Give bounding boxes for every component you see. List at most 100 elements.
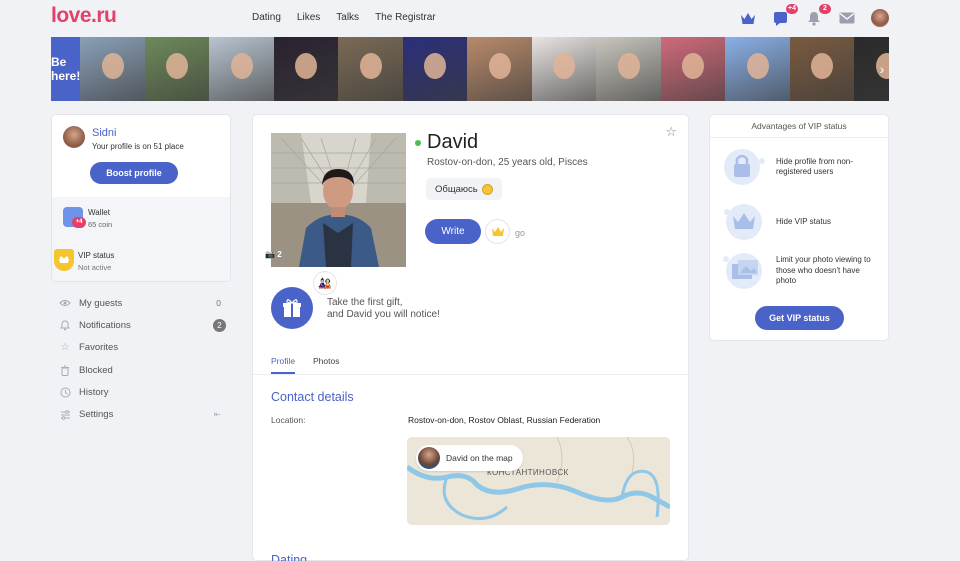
- smile-icon: [481, 183, 493, 195]
- map-pill-label: David on the map: [446, 453, 513, 463]
- map-user-pill[interactable]: David on the map: [416, 445, 523, 471]
- profile-rank-text: Your profile is on 51 place: [92, 142, 184, 151]
- menu-label: Blocked: [79, 364, 113, 376]
- map-user-avatar: [418, 447, 440, 469]
- user-subtitle: Rostov-on-don, 25 years old, Pisces: [427, 157, 588, 168]
- strip-photo[interactable]: [273, 37, 339, 101]
- strip-photo[interactable]: [80, 37, 145, 101]
- strip-photos: [80, 37, 889, 101]
- nav-dating[interactable]: Dating: [252, 12, 281, 23]
- strip-photo[interactable]: [531, 37, 597, 101]
- strip-photo[interactable]: [596, 37, 661, 101]
- strip-photo[interactable]: [467, 37, 532, 101]
- strip-photo[interactable]: [660, 37, 726, 101]
- gift-text-line-1: Take the first gift,: [327, 297, 403, 308]
- photos-icon: [722, 251, 766, 291]
- menu-label: History: [79, 386, 109, 398]
- bell-icon[interactable]: 2: [804, 4, 831, 27]
- strip-photo[interactable]: [144, 37, 210, 101]
- vip-item-limit-photo: Limit your photo viewing to those who do…: [722, 251, 882, 291]
- user-avatar[interactable]: [870, 9, 890, 27]
- vip-advantages-card: Advantages of VIP status Hide profile fr…: [709, 114, 889, 341]
- get-vip-button[interactable]: Get VIP status: [755, 306, 844, 330]
- bell-icon: [59, 319, 71, 331]
- crown-icon[interactable]: [738, 9, 758, 27]
- notifications-badge: 2: [819, 4, 831, 14]
- gift-text-line-2: and David you will notice!: [327, 309, 440, 320]
- be-here-button[interactable]: Be here!: [51, 37, 81, 101]
- menu-item-blocked[interactable]: Blocked: [51, 359, 231, 381]
- vip-item-hide-status: Hide VIP status: [722, 202, 882, 242]
- dating-section-title: Dating: [271, 553, 308, 561]
- logout-icon[interactable]: ⇤: [214, 409, 221, 420]
- menu-item-notifications[interactable]: Notifications 2: [51, 314, 231, 336]
- vip-item-hide-profile: Hide profile from non-registered users: [722, 147, 882, 187]
- main-nav: Dating Likes Talks The Registrar: [252, 12, 452, 23]
- gift-icon[interactable]: [271, 287, 313, 329]
- strip-photo[interactable]: [789, 37, 855, 101]
- guests-count: 0: [216, 298, 221, 309]
- write-button[interactable]: Write: [425, 219, 481, 244]
- profile-photo[interactable]: [271, 133, 406, 267]
- menu-label: My guests: [79, 297, 123, 309]
- boost-profile-button[interactable]: Boost profile: [90, 162, 178, 184]
- messages-icon[interactable]: +4: [771, 4, 798, 27]
- star-icon: ☆: [60, 342, 70, 354]
- camera-icon: 📷: [265, 250, 275, 259]
- nav-registrar[interactable]: The Registrar: [375, 12, 436, 23]
- menu-item-my-guests[interactable]: My guests 0: [51, 292, 231, 314]
- strip-photo[interactable]: [209, 37, 274, 101]
- my-name[interactable]: Sidni: [92, 127, 116, 139]
- online-indicator: [415, 140, 421, 146]
- favorite-star-icon[interactable]: ☆: [665, 124, 677, 140]
- location-map[interactable]: КОНСТАНТИНОВСК David on the map: [407, 437, 670, 525]
- menu-item-favorites[interactable]: ☆ Favorites: [51, 337, 231, 359]
- lock-icon: [722, 147, 766, 187]
- eye-icon: [59, 297, 71, 309]
- nav-likes[interactable]: Likes: [297, 12, 320, 23]
- status-text: Общаюсь: [435, 183, 478, 195]
- location-value: Rostov-on-don, Rostov Oblast, Russian Fe…: [408, 415, 601, 425]
- photo-count: 📷 2: [265, 250, 282, 259]
- tab-profile[interactable]: Profile: [271, 356, 296, 374]
- logo[interactable]: love.ru: [51, 4, 117, 28]
- vip-shield-icon[interactable]: [54, 249, 74, 271]
- menu-item-settings[interactable]: Settings ⇤: [51, 403, 231, 425]
- gift-preview-icon[interactable]: 🎎: [313, 271, 337, 295]
- menu-item-history[interactable]: History: [51, 381, 231, 403]
- settings-icon: [59, 409, 71, 421]
- strip-photo[interactable]: [725, 37, 790, 101]
- side-menu: My guests 0 Notifications 2 ☆ Favorites …: [51, 292, 231, 426]
- my-profile-card: Sidni Your profile is on 51 place Boost …: [51, 114, 231, 282]
- strip-photo[interactable]: [338, 37, 403, 101]
- photo-count-value: 2: [277, 250, 282, 259]
- status-chip: Общаюсь: [426, 178, 502, 200]
- location-label: Location:: [271, 415, 306, 425]
- trash-icon: [59, 364, 71, 376]
- crown-icon: [722, 202, 766, 242]
- crown-button[interactable]: [485, 219, 510, 244]
- vip-status-state: Not active: [78, 263, 112, 272]
- vip-item-text: Limit your photo viewing to those who do…: [776, 255, 871, 286]
- menu-label: Favorites: [79, 342, 119, 354]
- my-avatar[interactable]: [63, 126, 85, 148]
- top-bar: love.ru Dating Likes Talks The Registrar…: [0, 0, 960, 36]
- notifications-count: 2: [213, 318, 226, 332]
- user-name: David: [427, 131, 479, 153]
- messages-badge: +4: [786, 4, 798, 14]
- vip-item-text: Hide profile from non-registered users: [776, 156, 853, 177]
- go-label[interactable]: go: [515, 228, 525, 238]
- strip-next-arrow[interactable]: ›: [875, 37, 889, 101]
- wallet-amount: 65 coin: [88, 220, 113, 229]
- menu-label: Settings: [79, 409, 114, 421]
- nav-talks[interactable]: Talks: [336, 12, 359, 23]
- promo-photo-strip: Be here! ›: [51, 37, 889, 101]
- strip-photo[interactable]: [402, 37, 468, 101]
- gift-prompt: Take the first gift, and David you will …: [327, 297, 440, 321]
- vip-status-label[interactable]: VIP status: [78, 251, 114, 260]
- wallet-label[interactable]: Wallet: [88, 208, 110, 217]
- menu-label: Notifications: [79, 319, 131, 331]
- profile-main-card: 📷 2 David Rostov-on-don, 25 years old, P…: [252, 114, 689, 561]
- mail-icon[interactable]: [837, 9, 857, 27]
- tab-photos[interactable]: Photos: [313, 356, 339, 366]
